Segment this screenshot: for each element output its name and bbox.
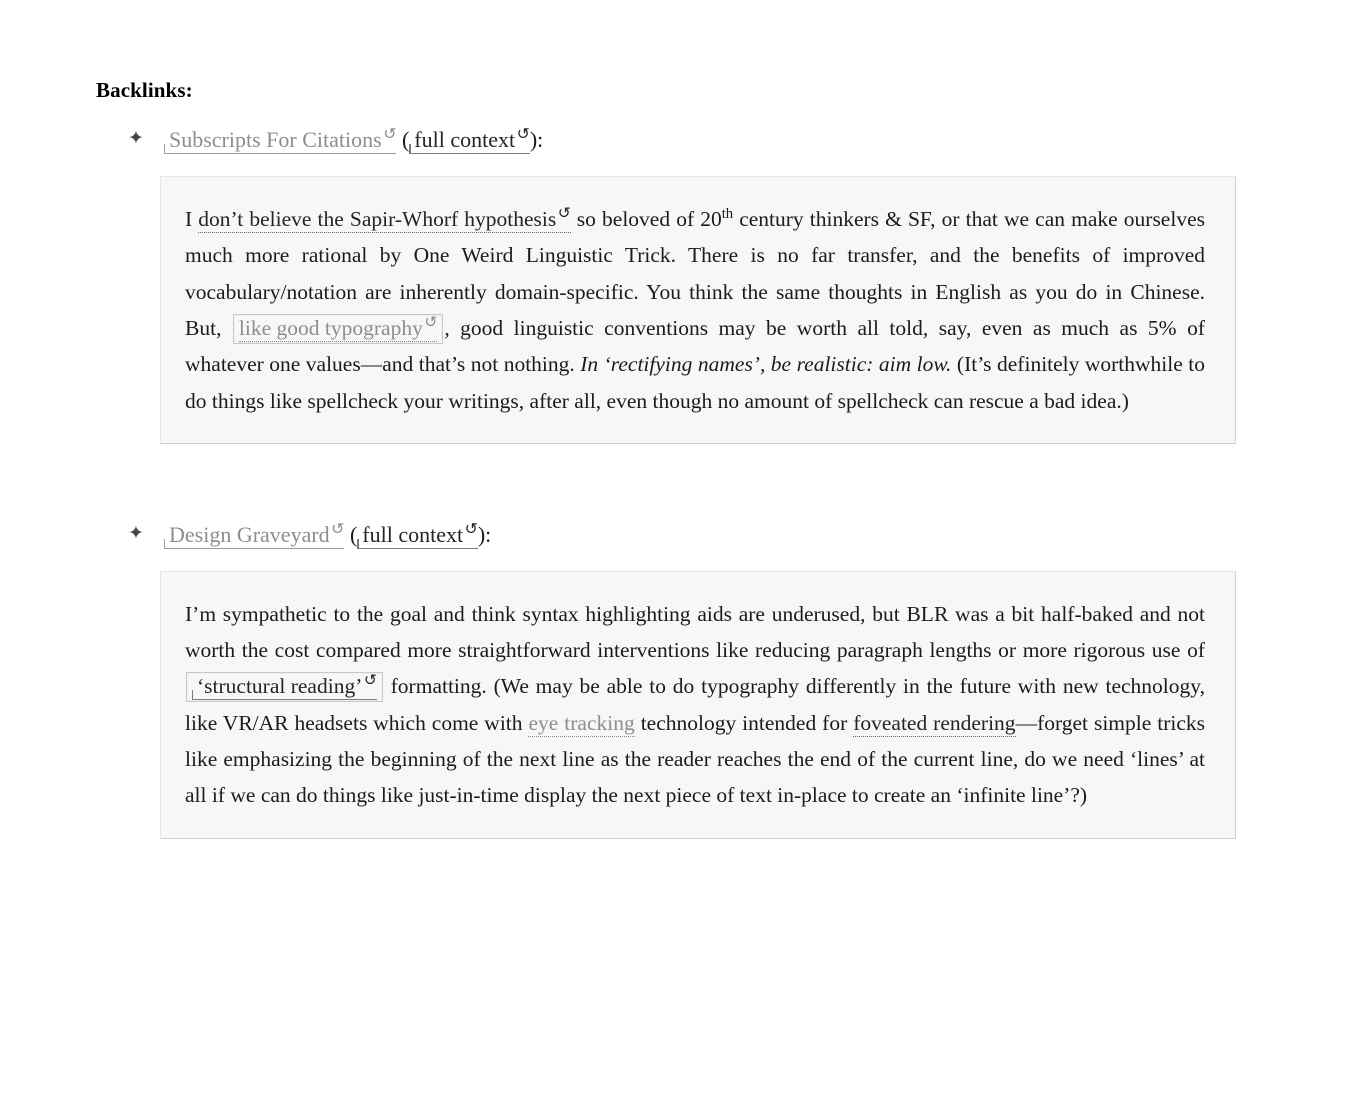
full-context-label: full context bbox=[362, 521, 464, 547]
excerpt-paragraph: I don’t believe the Sapir-Whorf hypothes… bbox=[185, 201, 1205, 419]
backlink-source-label: Subscripts For Citations bbox=[169, 127, 382, 153]
reload-icon: ↺ bbox=[331, 518, 345, 538]
annotated-link-box-like-good-typography[interactable]: like good typography↺ bbox=[232, 312, 444, 344]
inline-link-foveated-rendering[interactable]: foveated rendering bbox=[853, 710, 1016, 737]
reload-icon: ↺ bbox=[383, 123, 397, 143]
full-context-link-design-graveyard[interactable]: full context↺ bbox=[357, 518, 478, 549]
excerpt-italic-phrase: In ‘rectifying names’, be realistic: aim… bbox=[580, 352, 952, 377]
backlinks-page: Backlinks: ✦ Subscripts For Citations↺ (… bbox=[0, 0, 1356, 1098]
excerpt-paragraph: I’m sympathetic to the goal and think sy… bbox=[185, 596, 1205, 814]
inline-link-like-good-typography[interactable]: like good typography↺ bbox=[238, 312, 438, 342]
inline-link-label: ‘structural reading’ bbox=[197, 674, 363, 699]
reload-icon: ↺ bbox=[557, 203, 571, 222]
reload-icon: ↺ bbox=[464, 518, 478, 538]
backlink-list: ✦ Subscripts For Citations↺ (full contex… bbox=[96, 125, 1236, 839]
backlink-source-link-subscripts-for-citations[interactable]: Subscripts For Citations↺ bbox=[164, 123, 397, 155]
star-bullet-icon: ✦ bbox=[128, 128, 144, 150]
ordinal-suffix: th bbox=[721, 205, 734, 222]
list-item: ✦ Subscripts For Citations↺ (full contex… bbox=[96, 125, 1236, 444]
close-paren: ): bbox=[529, 127, 544, 153]
backlink-title-row: ✦ Design Graveyard↺ (full context↺): bbox=[96, 520, 1236, 550]
inline-link-sapir-whorf-hypothesis[interactable]: don’t believe the Sapir-Whorf hypothesis… bbox=[198, 203, 571, 233]
list-item: ✦ Design Graveyard↺ (full context↺): I’m… bbox=[96, 520, 1236, 839]
close-paren: ): bbox=[477, 521, 492, 547]
annotated-link-box-structural-reading[interactable]: ‘structural reading’↺ bbox=[186, 671, 383, 703]
backlink-excerpt-quote: I’m sympathetic to the goal and think sy… bbox=[160, 570, 1236, 839]
excerpt-text-segment: I bbox=[185, 206, 199, 231]
inline-link-label: like good typography bbox=[238, 315, 423, 340]
backlink-title-row: ✦ Subscripts For Citations↺ (full contex… bbox=[96, 125, 1236, 155]
backlink-source-link-design-graveyard[interactable]: Design Graveyard↺ bbox=[164, 518, 345, 549]
inline-link-label: don’t believe the Sapir-Whorf hypothesis bbox=[198, 206, 557, 231]
inline-link-structural-reading[interactable]: ‘structural reading’↺ bbox=[192, 671, 377, 701]
open-paren: ( bbox=[344, 521, 358, 547]
page-title: Backlinks: bbox=[96, 78, 193, 102]
excerpt-text-segment: I’m sympathetic to the goal and think sy… bbox=[185, 601, 1205, 662]
reload-icon: ↺ bbox=[424, 312, 438, 331]
excerpt-text-segment: technology intended for bbox=[634, 710, 854, 735]
reload-icon: ↺ bbox=[516, 123, 530, 143]
open-paren: ( bbox=[396, 127, 410, 153]
inline-link-eye-tracking[interactable]: eye tracking bbox=[528, 710, 635, 737]
star-bullet-icon: ✦ bbox=[128, 522, 144, 544]
reload-icon: ↺ bbox=[363, 671, 377, 690]
full-context-label: full context bbox=[414, 127, 516, 153]
full-context-link-subscripts-for-citations[interactable]: full context↺ bbox=[409, 123, 530, 155]
backlink-source-label: Design Graveyard bbox=[169, 521, 330, 547]
backlink-excerpt-quote: I don’t believe the Sapir-Whorf hypothes… bbox=[160, 175, 1236, 444]
excerpt-text-segment: so beloved of 20 bbox=[570, 206, 722, 231]
inline-link-label: foveated rendering bbox=[853, 710, 1016, 735]
inline-link-label: eye tracking bbox=[528, 710, 635, 735]
